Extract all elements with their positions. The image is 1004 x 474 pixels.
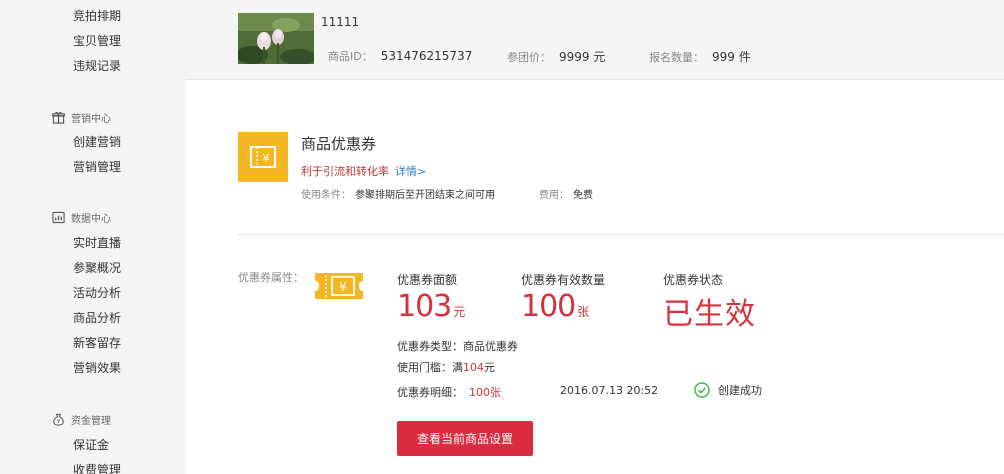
sidebar-section-label: 营销中心 xyxy=(71,114,111,125)
usage-threshold: 使用门槛：满104元 xyxy=(397,361,495,374)
product-quantity: 报名数量： 999 件 xyxy=(649,50,751,64)
sidebar: 竞拍排期 宝贝管理 违规记录 营销中心 创建营销 营销管理 数据中心 实时直播 … xyxy=(0,0,186,474)
creation-status: 创建成功 xyxy=(694,382,762,398)
coupon-detail: 优惠券明细： 100张 xyxy=(397,386,501,399)
ticket-icon: ¥ xyxy=(250,146,276,168)
fee-info: 费用： 免费 xyxy=(539,190,593,201)
detail-link[interactable]: 详情> xyxy=(395,165,426,178)
sidebar-item-overview[interactable]: 参聚概况 xyxy=(73,259,121,276)
valid-count: 100 张 xyxy=(521,289,590,324)
gift-icon xyxy=(52,111,65,124)
svg-text:¥: ¥ xyxy=(339,280,347,294)
sidebar-item-create-marketing[interactable]: 创建营销 xyxy=(73,133,121,150)
product-info-bar: 11111 商品ID： 531476215737 参团价： 9999 元 报名数量：… xyxy=(186,0,1004,80)
feature-subtitle: 利于引流和转化率 详情> xyxy=(301,165,427,178)
created-timestamp: 2016.07.13 20:52 xyxy=(560,384,659,397)
sidebar-section-marketing: 营销中心 xyxy=(52,110,111,125)
feature-title: 商品优惠券 xyxy=(301,135,377,153)
sidebar-item-deposit[interactable]: 保证金 xyxy=(73,436,109,453)
face-value: 103 元 xyxy=(397,289,466,324)
view-product-settings-button[interactable]: 查看当前商品设置 xyxy=(397,421,533,456)
sidebar-item-marketing-effect[interactable]: 营销效果 xyxy=(73,359,121,376)
sidebar-item-fee-management[interactable]: 收费管理 xyxy=(73,461,121,474)
valid-count-title: 优惠券有效数量 xyxy=(521,273,606,287)
face-value-title: 优惠券面额 xyxy=(397,273,458,287)
sidebar-item-retention[interactable]: 新客留存 xyxy=(73,334,121,351)
coupon-type: 优惠券类型：商品优惠券 xyxy=(397,340,518,353)
sidebar-item-marketing-management[interactable]: 营销管理 xyxy=(73,158,121,175)
coupon-attr-label: 优惠券属性： xyxy=(238,271,304,284)
svg-text:¥: ¥ xyxy=(57,419,61,425)
sidebar-item-product-management[interactable]: 宝贝管理 xyxy=(73,32,121,49)
coupon-feature-icon: ¥ xyxy=(238,132,288,182)
product-thumbnail[interactable] xyxy=(238,13,314,64)
product-name: 11111 xyxy=(321,15,360,29)
money-icon: ¥ xyxy=(53,413,64,426)
sidebar-section-funds: ¥ 资金管理 xyxy=(52,412,111,427)
sidebar-item-live[interactable]: 实时直播 xyxy=(73,234,121,251)
coupon-icon: ¥ xyxy=(315,273,363,299)
sidebar-item-activity-analysis[interactable]: 活动分析 xyxy=(73,284,121,301)
status-value: 已生效 xyxy=(663,297,756,332)
sidebar-section-data: 数据中心 xyxy=(52,210,111,225)
product-id: 商品ID： 531476215737 xyxy=(328,49,473,63)
svg-text:¥: ¥ xyxy=(263,152,270,165)
check-circle-icon xyxy=(694,382,710,398)
sidebar-item-auction-schedule[interactable]: 竞拍排期 xyxy=(73,7,121,24)
divider xyxy=(238,234,1004,235)
sidebar-item-product-analysis[interactable]: 商品分析 xyxy=(73,309,121,326)
product-price: 参团价： 9999 元 xyxy=(507,50,606,64)
status-title: 优惠券状态 xyxy=(663,273,724,287)
sidebar-section-label: 数据中心 xyxy=(71,214,111,225)
sidebar-item-violation-records[interactable]: 违规记录 xyxy=(73,57,121,74)
sidebar-section-label: 资金管理 xyxy=(71,416,111,427)
usage-condition: 使用条件： 参聚排期后至开团结束之间可用 xyxy=(301,190,495,201)
data-icon xyxy=(52,211,65,224)
coupon-panel: ¥ 商品优惠券 利于引流和转化率 详情> 使用条件： 参聚排期后至开团结束之间可用 … xyxy=(186,81,1004,474)
